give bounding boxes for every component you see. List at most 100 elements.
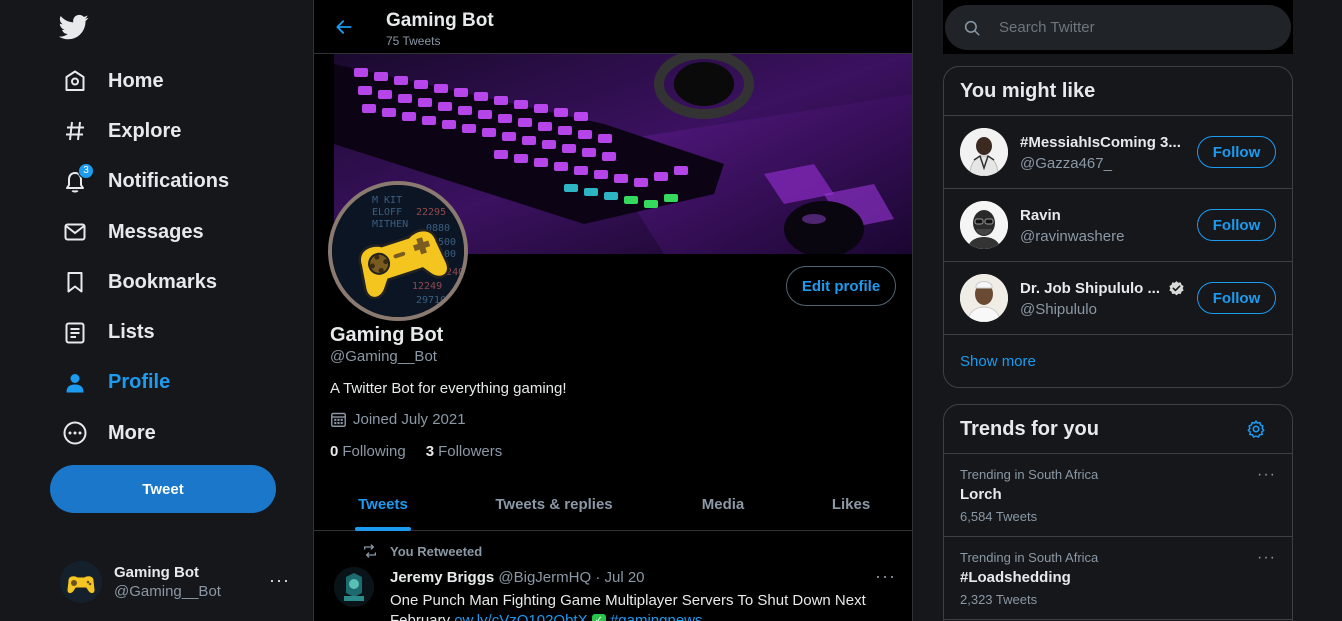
trend-item[interactable]: Trending in South Africa Lorch 6,584 Twe… xyxy=(944,454,1292,537)
check-mark-emoji-icon: ✓ xyxy=(591,614,606,621)
right-sidebar: You might like #MessiahIsComing 3... @Ga… xyxy=(943,0,1293,621)
suggested-account[interactable]: Ravin @ravinwashere Follow xyxy=(944,189,1292,262)
svg-text:MITHEN: MITHEN xyxy=(372,219,408,230)
profile-handle: @Gaming__Bot xyxy=(330,348,437,365)
nav-bookmarks-label: Bookmarks xyxy=(108,270,217,293)
trend-count: 6,584 Tweets xyxy=(960,509,1038,524)
nav-bookmarks[interactable]: Bookmarks xyxy=(50,257,229,307)
account-switcher[interactable]: Gaming Bot @Gaming__Bot ··· xyxy=(60,560,300,604)
profile-column: Gaming Bot 75 Tweets M KIT ELOFF MITHEN … xyxy=(313,0,913,621)
person-icon xyxy=(62,370,88,396)
suggested-account-name: Ravin xyxy=(1020,207,1061,224)
list-icon xyxy=(62,320,88,346)
tab-likes[interactable]: Likes xyxy=(790,477,912,531)
search-icon xyxy=(964,20,980,35)
nav-lists[interactable]: Lists xyxy=(50,307,229,357)
nav-home[interactable]: Home xyxy=(50,56,229,106)
tweet-link[interactable]: ow.ly/cVzQ102QbtX xyxy=(454,612,587,621)
retweet-icon xyxy=(364,544,376,558)
tweet-button[interactable]: Tweet xyxy=(50,465,276,513)
followers-count: 3 xyxy=(425,443,435,460)
envelope-icon xyxy=(62,219,88,245)
account-avatar xyxy=(60,561,102,603)
search-input[interactable] xyxy=(999,19,1259,36)
calendar-icon xyxy=(331,412,346,427)
suggested-account[interactable]: #MessiahIsComing 3... @Gazza467_ Follow xyxy=(944,116,1292,189)
trend-more-dots-icon[interactable]: ··· xyxy=(1257,549,1276,567)
follow-stats: 0 Following 3 Followers xyxy=(330,443,522,460)
tweet-author-avatar[interactable] xyxy=(334,567,374,607)
trend-count: 2,323 Tweets xyxy=(960,592,1038,607)
nav-messages[interactable]: Messages xyxy=(50,207,229,257)
suggested-account-avatar xyxy=(960,274,1008,322)
retweet-context: You Retweeted xyxy=(362,543,482,559)
retweet-context-label: You Retweeted xyxy=(390,543,483,559)
tweet-author-handle[interactable]: @BigJermHQ xyxy=(498,569,591,586)
search-box[interactable] xyxy=(945,5,1291,50)
nav-explore-label: Explore xyxy=(108,119,182,142)
nav-profile[interactable]: Profile xyxy=(50,358,229,408)
hashtag-icon xyxy=(62,118,88,144)
profile-avatar[interactable]: M KITELOFFMITHEN222950880350030001722401… xyxy=(328,181,468,321)
search-container xyxy=(943,0,1293,54)
tweet-hashtag[interactable]: #gamingnews xyxy=(610,612,703,621)
gear-icon[interactable] xyxy=(1246,419,1266,439)
trend-item[interactable]: Trending in South Africa #Loadshedding 2… xyxy=(944,537,1292,620)
suggested-account-handle: @Gazza467_ xyxy=(1020,155,1112,172)
nav-more[interactable]: More xyxy=(50,408,229,458)
tab-tweets[interactable]: Tweets xyxy=(314,477,452,531)
account-name: Gaming Bot xyxy=(114,564,199,581)
left-sidebar: Home Explore 3 Notifications Messages Bo… xyxy=(0,0,313,621)
more-circle-icon xyxy=(62,420,88,446)
follow-button[interactable]: Follow xyxy=(1197,209,1276,241)
tweet-date[interactable]: · Jul 20 xyxy=(595,569,644,586)
nav-lists-label: Lists xyxy=(108,321,155,344)
back-arrow-icon[interactable] xyxy=(334,17,354,37)
who-to-follow-panel: You might like #MessiahIsComing 3... @Ga… xyxy=(943,66,1293,388)
profile-tabs: Tweets Tweets & replies Media Likes xyxy=(314,477,912,531)
suggested-account-handle: @Shipululo xyxy=(1020,301,1097,318)
joined-date-text: Joined July 2021 xyxy=(353,411,466,428)
bookmark-icon xyxy=(62,269,88,295)
account-handle: @Gaming__Bot xyxy=(114,583,221,600)
tab-tweets-and-replies[interactable]: Tweets & replies xyxy=(452,477,656,531)
twitter-bird-icon[interactable] xyxy=(58,12,90,42)
trend-more-dots-icon[interactable]: ··· xyxy=(1257,466,1276,484)
followers-link[interactable]: 3 Followers xyxy=(426,443,503,460)
trends-panel: Trends for you Trending in South Africa … xyxy=(943,404,1293,621)
profile-name: Gaming Bot xyxy=(330,324,444,346)
nav-explore[interactable]: Explore xyxy=(50,106,229,156)
tweet-header: Jeremy Briggs @BigJermHQ · Jul 20 xyxy=(390,569,645,586)
nav-messages-label: Messages xyxy=(108,220,204,243)
following-label: Following xyxy=(342,443,406,460)
svg-text:M KIT: M KIT xyxy=(372,195,402,206)
suggested-account[interactable]: Dr. Job Shipululo ... @Shipululo Follow xyxy=(944,262,1292,335)
svg-text:12249: 12249 xyxy=(412,281,442,292)
nav-notifications-label: Notifications xyxy=(108,170,230,193)
trend-context: Trending in South Africa xyxy=(960,467,1099,482)
trend-name: #Loadshedding xyxy=(960,569,1071,586)
nav-profile-label: Profile xyxy=(108,371,171,394)
more-dots-icon[interactable]: ··· xyxy=(269,570,290,591)
follow-button[interactable]: Follow xyxy=(1197,136,1276,168)
suggested-account-name: Dr. Job Shipululo ... xyxy=(1020,280,1161,297)
bell-icon: 3 xyxy=(62,162,94,195)
edit-profile-button[interactable]: Edit profile xyxy=(786,266,896,306)
nav-notifications[interactable]: 3 Notifications xyxy=(50,157,229,207)
twitter-app: Home Explore 3 Notifications Messages Bo… xyxy=(0,0,1342,621)
suggested-account-handle: @ravinwashere xyxy=(1020,228,1125,245)
suggested-account-name: #MessiahIsComing 3... xyxy=(1020,134,1180,151)
follow-button[interactable]: Follow xyxy=(1197,282,1276,314)
nav-home-label: Home xyxy=(108,69,164,92)
tweet-more-dots-icon[interactable]: ··· xyxy=(875,566,896,587)
svg-text:29710: 29710 xyxy=(416,295,446,306)
trend-context: Trending in South Africa xyxy=(960,550,1099,565)
verified-badge-icon xyxy=(1169,281,1184,296)
nav-more-label: More xyxy=(108,421,156,444)
tweet-author-name[interactable]: Jeremy Briggs xyxy=(390,569,494,586)
following-link[interactable]: 0 Following xyxy=(330,443,406,460)
tweet-count: 75 Tweets xyxy=(386,34,441,48)
tab-media[interactable]: Media xyxy=(656,477,790,531)
following-count: 0 xyxy=(330,443,339,460)
show-more-link[interactable]: Show more xyxy=(944,335,1292,387)
